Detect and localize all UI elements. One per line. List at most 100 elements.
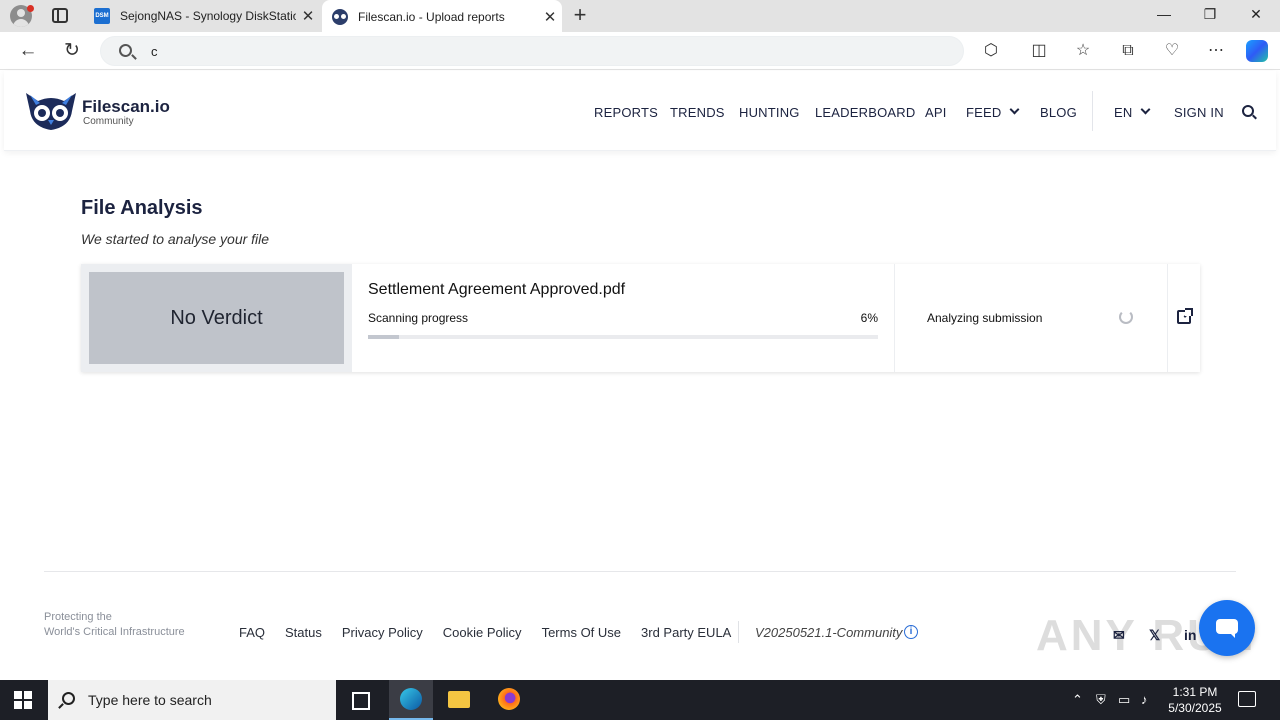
notifications-icon[interactable] — [1238, 691, 1256, 707]
language-label: EN — [1114, 105, 1133, 120]
address-bar[interactable] — [100, 36, 964, 66]
version-label: V20250521.1-Community — [755, 625, 903, 640]
footer-link-terms[interactable]: Terms Of Use — [542, 625, 621, 640]
footer-link-eula[interactable]: 3rd Party EULA — [641, 625, 731, 640]
task-view-icon[interactable] — [339, 680, 383, 720]
chat-bubble-icon[interactable] — [1199, 600, 1255, 656]
loading-spinner-icon — [1119, 310, 1133, 324]
progress-bar — [368, 335, 878, 339]
divider — [894, 264, 895, 372]
footer-link-cookie[interactable]: Cookie Policy — [443, 625, 522, 640]
chevron-down-icon — [1141, 104, 1151, 115]
nav-blog[interactable]: BLOG — [1040, 105, 1077, 120]
owl-favicon-icon — [332, 8, 348, 25]
nav-label: REPORTS — [594, 105, 659, 120]
page-title: File Analysis — [81, 197, 203, 219]
notification-dot — [27, 5, 34, 12]
tab-close-icon[interactable]: ✕ — [538, 8, 562, 26]
dsm-favicon-icon: DSM — [94, 8, 110, 24]
tab-close-icon[interactable]: ✕ — [296, 7, 320, 25]
nav-feed[interactable]: FEED — [966, 104, 1020, 120]
taskbar: Type here to search ⌃ ⛨ ▭ ♪ 1:31 PM 5/30… — [0, 680, 1280, 720]
nav-label: TRENDS — [670, 105, 725, 120]
nav-hunting[interactable]: HUNTING — [739, 105, 800, 120]
footer-links: FAQ Status Privacy Policy Cookie Policy … — [239, 625, 751, 640]
nav-trends[interactable]: TRENDS — [670, 105, 725, 120]
network-icon[interactable]: ▭ — [1118, 692, 1130, 708]
divider — [1167, 264, 1168, 372]
footer-link-faq[interactable]: FAQ — [239, 625, 265, 640]
footer-link-privacy[interactable]: Privacy Policy — [342, 625, 423, 640]
tab-title: Filescan.io - Upload reports — [358, 9, 505, 24]
logo-subtitle: Community — [83, 116, 134, 127]
email-icon[interactable]: ✉ — [1113, 627, 1125, 644]
new-tab-button[interactable]: + — [568, 4, 592, 28]
close-window-button[interactable]: ✕ — [1246, 6, 1266, 26]
windows-start-icon[interactable] — [14, 691, 32, 709]
linkedin-icon[interactable]: in — [1184, 627, 1196, 643]
analysis-card: No Verdict Settlement Agreement Approved… — [81, 264, 1200, 372]
split-screen-icon[interactable]: ◫ — [1029, 41, 1049, 61]
status-text: Analyzing submission — [927, 311, 1043, 325]
footer-tagline: Protecting the World's Critical Infrastr… — [44, 610, 185, 640]
site-header: Filescan.io Community REPORTS TRENDS HUN… — [4, 71, 1276, 151]
nav-label: LEADERBOARD — [815, 105, 916, 120]
tab-title: SejongNAS - Synology DiskStatio — [120, 9, 296, 23]
nav-reports[interactable]: REPORTS — [594, 105, 658, 120]
minimize-button[interactable]: — — [1154, 6, 1174, 26]
extensions-icon[interactable]: ⬡ — [981, 41, 1001, 61]
address-input[interactable] — [151, 37, 931, 65]
browser-tab-strip: DSM SejongNAS - Synology DiskStatio ✕ Fi… — [0, 0, 1280, 33]
x-social-icon[interactable]: 𝕏 — [1149, 627, 1160, 644]
language-selector[interactable]: EN — [1114, 104, 1151, 120]
refresh-icon[interactable]: ↻ — [61, 40, 83, 62]
progress-percent: 6% — [860, 311, 878, 325]
verdict-panel: No Verdict — [81, 264, 352, 372]
taskbar-search[interactable]: Type here to search — [48, 680, 336, 720]
nav-label: FEED — [966, 105, 1002, 120]
divider — [738, 621, 739, 643]
nav-leaderboard[interactable]: LEADERBOARD — [815, 105, 915, 120]
security-tray-icon[interactable]: ⛨ — [1096, 692, 1106, 708]
search-icon — [119, 44, 132, 57]
nav-divider — [1092, 91, 1093, 131]
progress-label: Scanning progress — [368, 311, 469, 325]
collections-icon[interactable]: ⧉ — [1118, 41, 1138, 61]
volume-icon[interactable]: ♪ — [1141, 692, 1148, 707]
file-explorer-icon[interactable] — [437, 680, 481, 720]
clock[interactable]: 1:31 PM 5/30/2025 — [1160, 684, 1230, 716]
page-subtitle: We started to analyse your file — [81, 231, 270, 247]
logo-name[interactable]: Filescan.io — [82, 97, 170, 117]
file-name: Settlement Agreement Approved.pdf — [368, 281, 626, 298]
search-icon — [62, 692, 75, 705]
info-icon[interactable]: i — [904, 625, 918, 639]
restore-button[interactable]: ❐ — [1200, 6, 1220, 26]
tray-expand-icon[interactable]: ⌃ — [1072, 692, 1083, 708]
open-external-icon[interactable] — [1177, 308, 1193, 324]
firefox-icon[interactable] — [487, 680, 531, 720]
tagline-line: Protecting the — [44, 611, 112, 623]
chevron-down-icon — [1010, 104, 1020, 115]
address-toolbar: ← ↻ ⬡ ◫ ☆ ⧉ ♡ ⋯ — [0, 32, 1280, 70]
progress-bar-fill — [368, 335, 399, 339]
browser-essentials-icon[interactable]: ♡ — [1162, 41, 1182, 61]
verdict-badge: No Verdict — [89, 272, 344, 364]
tab-filescan[interactable]: Filescan.io - Upload reports ✕ — [322, 0, 562, 33]
taskbar-search-placeholder: Type here to search — [88, 692, 212, 708]
sign-in-link[interactable]: SIGN IN — [1174, 105, 1224, 120]
nav-api[interactable]: API — [925, 105, 947, 120]
clock-date: 5/30/2025 — [1168, 701, 1222, 715]
search-icon[interactable] — [1242, 105, 1254, 117]
edge-icon[interactable] — [389, 680, 433, 720]
footer-link-status[interactable]: Status — [285, 625, 322, 640]
owl-logo-icon[interactable] — [24, 89, 78, 131]
favorites-icon[interactable]: ☆ — [1073, 41, 1093, 61]
more-icon[interactable]: ⋯ — [1206, 41, 1226, 61]
back-icon[interactable]: ← — [17, 40, 39, 62]
tab-actions-icon[interactable] — [52, 8, 68, 23]
clock-time: 1:31 PM — [1172, 685, 1218, 699]
tagline-line: World's Critical Infrastructure — [44, 626, 185, 638]
tab-synology[interactable]: DSM SejongNAS - Synology DiskStatio ✕ — [84, 0, 320, 32]
copilot-icon[interactable] — [1246, 40, 1268, 62]
nav-label: SIGN IN — [1174, 105, 1224, 120]
